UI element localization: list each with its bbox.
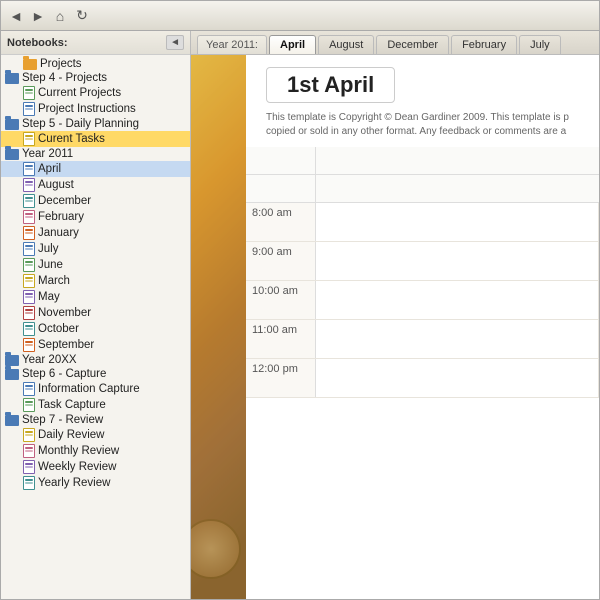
sidebar-item-projects[interactable]: Projects <box>1 57 190 71</box>
sidebar-item-weekly-review[interactable]: Weekly Review <box>1 459 190 475</box>
page-header: 1st April This template is Copyright © D… <box>246 55 599 147</box>
sidebar-item-label: April <box>38 163 61 175</box>
sidebar-content[interactable]: Projects Step 4 - Projects Current Proje… <box>1 55 190 599</box>
event-cell[interactable] <box>316 359 599 397</box>
sidebar-item-december[interactable]: December <box>1 193 190 209</box>
sidebar-item-monthly-review[interactable]: Monthly Review <box>1 443 190 459</box>
sidebar-item-label: January <box>38 227 79 239</box>
content-area: Year 2011:AprilAugustDecemberFebruaryJul… <box>191 31 599 599</box>
page-title: 1st April <box>266 67 395 103</box>
sidebar-item-label: Monthly Review <box>38 445 119 457</box>
copyright-line2: copied or sold in any other format. Any … <box>266 126 566 137</box>
sidebar-item-october[interactable]: October <box>1 321 190 337</box>
sidebar-item-september[interactable]: September <box>1 337 190 353</box>
sidebar-item-june[interactable]: June <box>1 257 190 273</box>
sidebar-item-label: Weekly Review <box>38 461 116 473</box>
sidebar-header: Notebooks: ◄ <box>1 31 190 55</box>
sidebar-item-label: September <box>38 339 94 351</box>
sidebar-item-march[interactable]: March <box>1 273 190 289</box>
schedule-row: 11:00 am <box>246 320 599 359</box>
sidebar-item-february[interactable]: February <box>1 209 190 225</box>
sidebar-item-label: December <box>38 195 91 207</box>
sidebar-item-year2011[interactable]: Year 2011 <box>1 147 190 161</box>
schedule-row: 9:00 am <box>246 242 599 281</box>
sidebar: Notebooks: ◄ Projects Step 4 - Projects … <box>1 31 191 599</box>
sidebar-item-step6[interactable]: Step 6 - Capture <box>1 367 190 381</box>
schedule-row: 10:00 am <box>246 281 599 320</box>
event-cell[interactable] <box>316 242 599 280</box>
sidebar-item-label: Daily Review <box>38 429 104 441</box>
sidebar-item-label: August <box>38 179 74 191</box>
sidebar-item-year20xx[interactable]: Year 20XX <box>1 353 190 367</box>
sidebar-item-label: March <box>38 275 70 287</box>
tab-april[interactable]: April <box>269 35 316 54</box>
sidebar-item-label: Current Projects <box>38 87 121 99</box>
sidebar-item-label: July <box>38 243 58 255</box>
sidebar-item-label: Yearly Review <box>38 477 110 489</box>
forward-icon[interactable]: ► <box>29 7 47 25</box>
sidebar-item-november[interactable]: November <box>1 305 190 321</box>
sidebar-item-label: Information Capture <box>38 383 140 395</box>
sidebar-item-task-capture[interactable]: Task Capture <box>1 397 190 413</box>
event-cell[interactable] <box>316 281 599 319</box>
tab-february[interactable]: February <box>451 35 517 54</box>
sidebar-item-july[interactable]: July <box>1 241 190 257</box>
toolbar: ◄ ► ⌂ ↻ <box>1 1 599 31</box>
app-container: ◄ ► ⌂ ↻ Notebooks: ◄ Projects Step 4 - P… <box>0 0 600 600</box>
sidebar-item-august[interactable]: August <box>1 177 190 193</box>
sidebar-item-current-tasks[interactable]: Curent Tasks <box>1 131 190 147</box>
time-cell: 9:00 am <box>246 242 316 280</box>
copyright-text: This template is Copyright © Dean Gardin… <box>266 111 579 139</box>
sidebar-item-label: Curent Tasks <box>38 133 105 145</box>
sidebar-item-step5[interactable]: Step 5 - Daily Planning <box>1 117 190 131</box>
sidebar-item-label: May <box>38 291 60 303</box>
tab-july[interactable]: July <box>519 35 561 54</box>
tabs-bar: Year 2011:AprilAugustDecemberFebruaryJul… <box>191 31 599 55</box>
sidebar-item-label: October <box>38 323 79 335</box>
sidebar-item-label: Step 6 - Capture <box>22 368 106 380</box>
sync-icon[interactable]: ↻ <box>73 7 91 25</box>
sidebar-item-daily-review[interactable]: Daily Review <box>1 427 190 443</box>
copyright-line1: This template is Copyright © Dean Gardin… <box>266 112 569 123</box>
event-cell[interactable] <box>316 320 599 358</box>
sidebar-item-info-capture[interactable]: Information Capture <box>1 381 190 397</box>
sidebar-item-label: Year 2011 <box>22 148 73 160</box>
main-area: Notebooks: ◄ Projects Step 4 - Projects … <box>1 31 599 599</box>
breadcrumb: Year 2011: <box>197 35 267 54</box>
sidebar-item-label: Year 20XX <box>22 354 77 366</box>
sidebar-item-label: Step 7 - Review <box>22 414 103 426</box>
sidebar-item-label: Projects <box>40 58 82 70</box>
sidebar-item-april[interactable]: April <box>1 161 190 177</box>
page-main: 1st April This template is Copyright © D… <box>191 55 599 599</box>
collapse-button[interactable]: ◄ <box>166 35 184 50</box>
sidebar-item-step7[interactable]: Step 7 - Review <box>1 413 190 427</box>
sidebar-item-label: Task Capture <box>38 399 106 411</box>
sidebar-item-january[interactable]: January <box>1 225 190 241</box>
time-cell: 12:00 pm <box>246 359 316 397</box>
time-cell: 11:00 am <box>246 320 316 358</box>
tab-august[interactable]: August <box>318 35 374 54</box>
sidebar-item-yearly-review[interactable]: Yearly Review <box>1 475 190 491</box>
sidebar-item-step4-projects[interactable]: Step 4 - Projects <box>1 71 190 85</box>
sidebar-item-label: November <box>38 307 91 319</box>
sidebar-item-label: Project Instructions <box>38 103 136 115</box>
schedule-row: 12:00 pm <box>246 359 599 398</box>
notebooks-label: Notebooks: <box>7 37 68 49</box>
sidebar-item-label: February <box>38 211 84 223</box>
time-cell: 10:00 am <box>246 281 316 319</box>
time-cell: 8:00 am <box>246 203 316 241</box>
sidebar-item-label: June <box>38 259 63 271</box>
tab-december[interactable]: December <box>376 35 449 54</box>
back-icon[interactable]: ◄ <box>7 7 25 25</box>
decorative-image <box>191 55 246 599</box>
sidebar-item-may[interactable]: May <box>1 289 190 305</box>
schedule-row: 8:00 am <box>246 203 599 242</box>
event-cell[interactable] <box>316 203 599 241</box>
sidebar-item-current-projects[interactable]: Current Projects <box>1 85 190 101</box>
sidebar-item-label: Step 5 - Daily Planning <box>22 118 139 130</box>
home-icon[interactable]: ⌂ <box>51 7 69 25</box>
sidebar-item-project-instructions[interactable]: Project Instructions <box>1 101 190 117</box>
schedule-area: 8:00 am 9:00 am 10:00 am 11:00 am 12:00 … <box>246 203 599 599</box>
sidebar-item-label: Step 4 - Projects <box>22 72 107 84</box>
